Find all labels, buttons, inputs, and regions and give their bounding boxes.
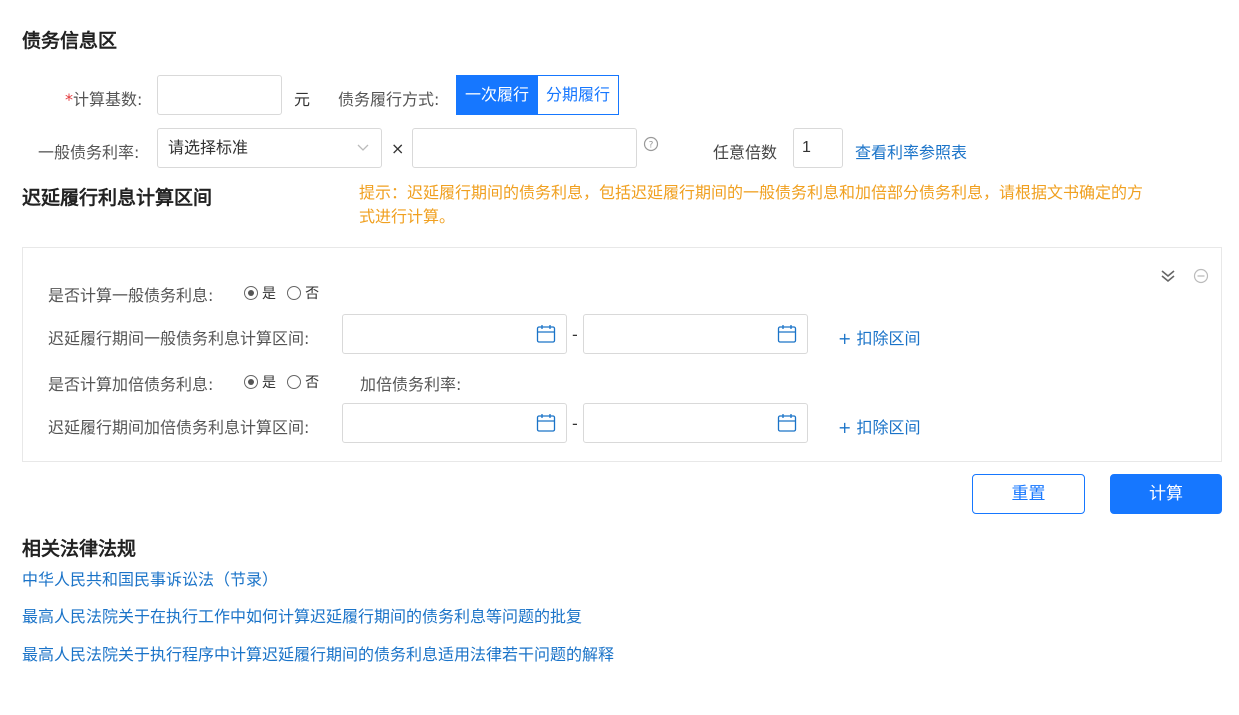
base-amount-input[interactable] bbox=[157, 75, 282, 115]
double-interest-no-radio[interactable] bbox=[287, 375, 302, 389]
debt-section-title: 债务信息区 bbox=[22, 30, 118, 52]
reset-button[interactable]: 重置 bbox=[972, 474, 1085, 514]
rate-value-input[interactable] bbox=[412, 128, 637, 168]
base-amount-label-text: 计算基数: bbox=[73, 90, 143, 109]
double-interval-start-date[interactable] bbox=[342, 403, 567, 443]
delay-hint: 提示：迟延履行期间的债务利息，包括迟延履行期间的一般债务利息和加倍部分债务利息，… bbox=[359, 181, 1221, 229]
rate-label: 一般债务利率: bbox=[38, 143, 140, 162]
double-interest-no-label: 否 bbox=[305, 375, 320, 391]
multiple-input[interactable] bbox=[793, 128, 843, 168]
double-interest-yes-label: 是 bbox=[262, 375, 276, 391]
double-interest-radio-group: 是 否 bbox=[244, 372, 325, 392]
double-interest-yes-radio[interactable] bbox=[244, 375, 258, 389]
delay-hint-line2: 式进行计算。 bbox=[359, 207, 456, 226]
calendar-icon bbox=[777, 325, 797, 343]
general-interest-radio-group: 是 否 bbox=[244, 283, 325, 303]
method-option-installment[interactable]: 分期履行 bbox=[537, 76, 619, 114]
multiple-label: 任意倍数 bbox=[713, 143, 778, 162]
general-interest-no-radio[interactable] bbox=[287, 286, 302, 300]
general-interest-no-label: 否 bbox=[305, 286, 320, 302]
help-icon[interactable]: ? bbox=[643, 136, 659, 152]
law-link[interactable]: 最高人民法院关于在执行工作中如何计算迟延履行期间的债务利息等问题的批复 bbox=[22, 603, 582, 627]
double-deduct-interval-link[interactable]: + 扣除区间 bbox=[838, 414, 921, 438]
calculate-button[interactable]: 计算 bbox=[1110, 474, 1222, 514]
general-interest-label: 是否计算一般债务利息: bbox=[48, 286, 214, 305]
svg-text:?: ? bbox=[649, 141, 654, 151]
base-amount-unit: 元 bbox=[294, 90, 311, 109]
method-toggle: 一次履行 分期履行 bbox=[456, 75, 620, 115]
calendar-icon bbox=[536, 325, 556, 343]
general-interval-label: 迟延履行期间一般债务利息计算区间: bbox=[48, 329, 310, 348]
collapse-icon[interactable] bbox=[1160, 268, 1176, 284]
double-interest-label: 是否计算加倍债务利息: bbox=[48, 375, 214, 394]
law-link[interactable]: 最高人民法院关于执行程序中计算迟延履行期间的债务利息适用法律若干问题的解释 bbox=[22, 641, 614, 665]
calendar-icon bbox=[536, 414, 556, 432]
general-interval-end-date[interactable] bbox=[583, 314, 808, 354]
general-interval-separator: - bbox=[572, 325, 578, 344]
general-interest-yes-label: 是 bbox=[262, 286, 276, 302]
general-interest-yes-radio[interactable] bbox=[244, 286, 258, 300]
general-interval-start-date[interactable] bbox=[342, 314, 567, 354]
double-interval-separator: - bbox=[572, 414, 578, 433]
rate-reference-link[interactable]: 查看利率参照表 bbox=[855, 139, 967, 163]
base-amount-label: *计算基数: bbox=[65, 86, 142, 110]
double-rate-label: 加倍债务利率: bbox=[360, 375, 462, 394]
double-interval-label: 迟延履行期间加倍债务利息计算区间: bbox=[48, 418, 310, 437]
laws-section-title: 相关法律法规 bbox=[22, 538, 137, 560]
required-mark: * bbox=[65, 90, 73, 109]
calendar-icon bbox=[777, 414, 797, 432]
method-label: 债务履行方式: bbox=[338, 90, 440, 109]
law-link[interactable]: 中华人民共和国民事诉讼法（节录） bbox=[22, 566, 278, 590]
rate-standard-placeholder: 请选择标准 bbox=[168, 138, 249, 157]
multiply-sign: × bbox=[391, 139, 405, 158]
chevron-down-icon bbox=[357, 144, 369, 151]
general-deduct-interval-link[interactable]: + 扣除区间 bbox=[838, 325, 921, 349]
delay-section-title: 迟延履行利息计算区间 bbox=[22, 187, 213, 209]
double-interval-end-date[interactable] bbox=[583, 403, 808, 443]
delay-hint-line1: 提示：迟延履行期间的债务利息，包括迟延履行期间的一般债务利息和加倍部分债务利息，… bbox=[359, 183, 1144, 202]
method-option-once[interactable]: 一次履行 bbox=[457, 76, 538, 114]
remove-icon[interactable] bbox=[1193, 268, 1209, 284]
rate-standard-select[interactable]: 请选择标准 bbox=[157, 128, 382, 168]
